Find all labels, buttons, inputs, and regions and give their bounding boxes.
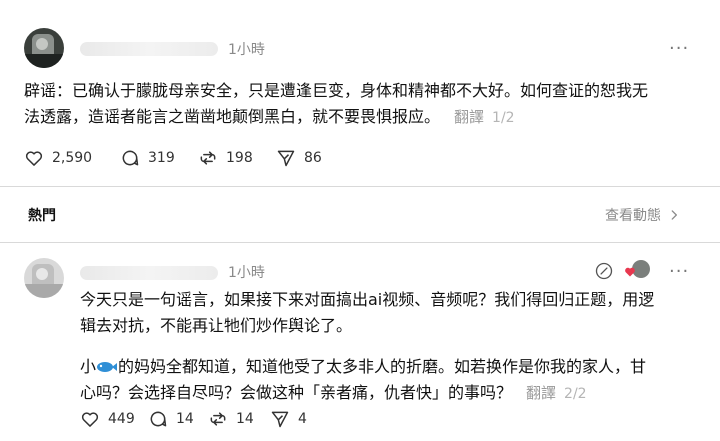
send-icon [271,411,289,428]
reply-author-avatar[interactable] [24,258,64,298]
reply-text-line-1: 今天只是一句谣言，如果接下来对面搞出ai视频、音频呢？我们得回归正题，用逻 [80,290,655,309]
translate-button[interactable]: 翻譯 [526,384,556,402]
more-options-icon[interactable]: ··· [669,261,689,282]
like-count: 449 [108,411,135,427]
share-count: 4 [298,411,307,427]
send-icon [277,150,295,167]
reply-text-line-3-start: 小 [80,357,97,376]
post-actions: 2,590 319 198 86 [24,148,346,168]
reply-time: 1小時 [228,265,265,281]
translate-button[interactable]: 翻譯 [454,108,484,126]
author-avatar[interactable] [24,28,64,68]
comment-bubble-icon [122,150,139,166]
share-button[interactable]: 86 [276,148,346,168]
liked-by-author-badge [624,260,650,282]
heart-icon [25,151,43,166]
repost-button[interactable]: 198 [198,148,276,168]
repost-icon [200,151,216,165]
share-button[interactable]: 4 [270,409,320,429]
reply-actions: 449 14 14 4 [80,409,320,429]
comment-count: 319 [148,150,175,166]
reply-text-line-3-rest: 的妈妈全都知道，知道他受了太多非人的折磨。如若换作是你我的家人，甘 [118,357,647,376]
post-body: 辟谣：已确认于朦胧母亲安全，只是遭逢巨变，身体和精神都不大好。如何查证的恕我无 … [24,78,704,131]
share-count: 86 [304,150,322,166]
reply-text-line-4: 心吗？会选择自尽吗？会做这种「亲者痛，仇者快」的事吗？ 翻譯 2/2 [80,380,700,407]
like-count: 2,590 [52,150,93,166]
repost-count: 14 [236,411,254,427]
translate-page-count: 2/2 [564,386,587,402]
edit-circle-icon[interactable] [594,261,614,285]
comment-bubble-icon [150,411,167,427]
reply-paragraph-2: 小 的妈妈全都知道，知道他受了太多非人的折磨。如若换作是你我的家人，甘 心吗？会选… [80,354,700,407]
comment-button[interactable]: 319 [120,148,198,168]
post-text-line-2-content: 法透露，造谣者能言之凿凿地颠倒黑白，就不要畏惧报应。 [24,107,441,126]
popular-label[interactable]: 熱門 [28,205,56,225]
like-button[interactable]: 2,590 [24,148,120,168]
post-time: 1小時 [228,42,265,58]
post-text-line-2: 法透露，造谣者能言之凿凿地颠倒黑白，就不要畏惧报应。 翻譯 1/2 [24,104,704,131]
comment-button[interactable]: 14 [148,409,208,429]
view-activity-label: 查看動態 [605,208,661,224]
fish-emoji-icon [97,362,118,372]
author-name-redacted[interactable] [80,42,218,56]
reply-author-name-redacted[interactable] [80,266,218,280]
heart-icon [81,412,99,427]
reply-paragraph-1: 今天只是一句谣言，如果接下来对面搞出ai视频、音频呢？我们得回归正题，用逻 辑去… [80,287,700,339]
post-text-line-1: 辟谣：已确认于朦胧母亲安全，只是遭逢巨变，身体和精神都不大好。如何查证的恕我无 [24,81,649,100]
divider [0,242,720,243]
repost-count: 198 [226,150,253,166]
view-activity-link[interactable]: 查看動態 [605,205,681,225]
more-options-icon[interactable]: ··· [669,38,689,59]
divider [0,186,720,187]
chevron-right-icon [671,210,677,220]
heart-icon [625,267,635,277]
translate-page-count: 1/2 [492,110,515,126]
reply-text-line-2: 辑去对抗，不能再让牠们炒作舆论了。 [80,316,353,335]
reply-text-line-4-content: 心吗？会选择自尽吗？会做这种「亲者痛，仇者快」的事吗？ [80,383,513,402]
reply-text-line-3: 小 的妈妈全都知道，知道他受了太多非人的折磨。如若换作是你我的家人，甘 [80,354,700,380]
repost-button[interactable]: 14 [208,409,270,429]
reply-body: 今天只是一句谣言，如果接下来对面搞出ai视频、音频呢？我们得回归正题，用逻 辑去… [80,287,700,407]
repost-icon [210,412,226,426]
like-button[interactable]: 449 [80,409,148,429]
comment-count: 14 [176,411,194,427]
